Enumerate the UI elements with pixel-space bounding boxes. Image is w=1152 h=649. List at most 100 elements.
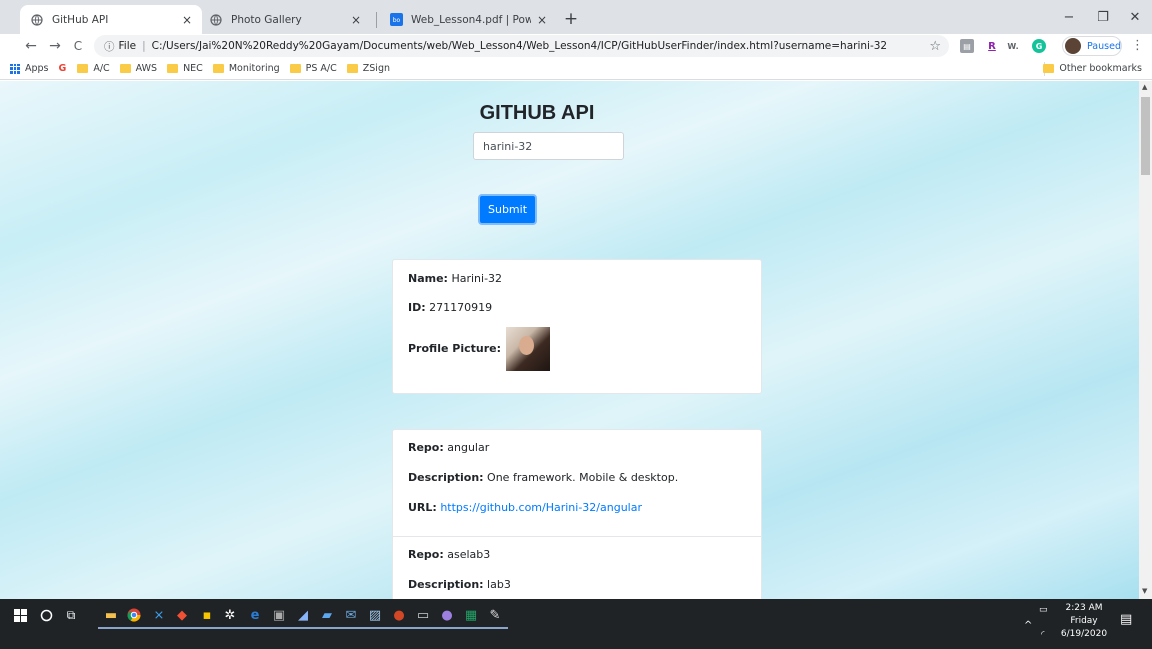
media-player-icon[interactable]: ▣ xyxy=(266,606,292,629)
id-value: 271170919 xyxy=(429,301,493,314)
mail-icon[interactable]: ✉ xyxy=(338,606,364,629)
extension-r-icon[interactable]: R xyxy=(985,39,999,53)
bookmark-ps-ac[interactable]: PS A/C xyxy=(289,63,337,74)
paint-icon[interactable]: ✎ xyxy=(482,606,508,629)
tab-title: GitHub API xyxy=(52,13,109,26)
picture-label: Profile Picture: xyxy=(408,342,501,355)
bookmark-label: ZSign xyxy=(362,63,390,74)
maximize-button[interactable]: ❐ xyxy=(1088,6,1118,28)
task-view-icon[interactable]: ⧉ xyxy=(62,606,80,624)
chrome-icon[interactable] xyxy=(121,606,147,629)
tab-close-icon[interactable]: × xyxy=(537,13,547,27)
tab-title: Web_Lesson4.pdf | Powered by B xyxy=(411,13,531,26)
repos-card: Repo: angular Description: One framework… xyxy=(392,429,762,599)
git-icon[interactable]: ◆ xyxy=(169,606,195,629)
bookmark-zsign[interactable]: ZSign xyxy=(346,63,390,74)
close-window-button[interactable]: ✕ xyxy=(1120,6,1150,28)
windows-start-icon[interactable] xyxy=(11,606,29,624)
tab-photo-gallery[interactable]: Photo Gallery × xyxy=(199,5,371,34)
repo-label: Repo: xyxy=(408,441,444,454)
vscode-icon[interactable]: ⨯ xyxy=(146,606,172,629)
name-label: Name: xyxy=(408,272,448,285)
sticky-notes-icon[interactable]: ▪ xyxy=(194,606,220,629)
url-label: URL: xyxy=(408,501,437,514)
wifi-icon[interactable]: ◜ xyxy=(1041,629,1045,642)
profile-card: Name: Harini-32 ID: 271170919 Profile Pi… xyxy=(392,259,762,394)
tab-title: Photo Gallery xyxy=(231,13,302,26)
bookmark-label: Apps xyxy=(25,63,49,74)
tab-github-api[interactable]: GitHub API × xyxy=(20,5,202,34)
clock[interactable]: 2:23 AM Friday 6/19/2020 xyxy=(1060,602,1108,641)
notifications-icon[interactable]: ▤ xyxy=(1120,613,1132,626)
id-label: ID: xyxy=(408,301,426,314)
image-viewer-icon[interactable]: ▨ xyxy=(362,606,388,629)
scrollbar-thumb[interactable] xyxy=(1141,97,1150,175)
windows-taskbar: ⧉ ▬ ⨯ ◆ ▪ ✲ e ▣ ◢ ▰ ✉ ▨ ● ▭ ● ▦ ✎ ▭ ^ ◜ … xyxy=(0,599,1152,649)
photos-icon[interactable]: ▰ xyxy=(314,606,340,629)
scroll-down-icon[interactable]: ▼ xyxy=(1142,587,1147,595)
folder-icon xyxy=(212,64,224,73)
repo-row: Repo: angular xyxy=(408,441,489,454)
other-bookmarks[interactable]: Other bookmarks xyxy=(1043,63,1142,74)
username-input[interactable] xyxy=(473,132,624,160)
minimize-button[interactable]: − xyxy=(1054,6,1084,28)
grammarly-icon[interactable]: G xyxy=(1032,39,1046,53)
description-value: lab3 xyxy=(487,578,511,591)
description-row: Description: lab3 xyxy=(408,578,511,591)
folder-icon xyxy=(1043,64,1055,73)
address-bar[interactable]: ⓘ File | C:/Users/Jai%20N%20Reddy%20Gaya… xyxy=(94,35,949,57)
description-label: Description: xyxy=(408,471,484,484)
bookmark-apps[interactable]: Apps xyxy=(10,63,49,74)
submit-button[interactable]: Submit xyxy=(478,194,537,225)
id-row: ID: 271170919 xyxy=(408,301,492,314)
new-tab-button[interactable]: + xyxy=(561,9,581,29)
back-button[interactable]: ← xyxy=(21,36,41,56)
reload-button[interactable]: C xyxy=(68,36,88,56)
bookmark-monitoring[interactable]: Monitoring xyxy=(212,63,280,74)
chevron-up-icon[interactable]: ^ xyxy=(1024,619,1032,632)
url-text[interactable]: C:/Users/Jai%20N%20Reddy%20Gayam/Documen… xyxy=(152,40,887,52)
clock-date: 6/19/2020 xyxy=(1060,629,1108,639)
extension-icon[interactable]: ▤ xyxy=(960,39,974,53)
forward-button[interactable]: → xyxy=(45,36,65,56)
tab-web-lesson4-pdf[interactable]: bo Web_Lesson4.pdf | Powered by B × xyxy=(379,5,557,34)
scroll-up-icon[interactable]: ▲ xyxy=(1142,83,1147,91)
powerpoint-icon[interactable]: ● xyxy=(386,606,412,629)
bookmark-label: NEC xyxy=(183,63,203,74)
bookmark-google[interactable]: G xyxy=(59,63,68,74)
file-explorer-icon[interactable]: ▬ xyxy=(98,606,124,629)
settings-icon[interactable]: ✲ xyxy=(217,606,243,629)
browser-toolbar: ← → C ⓘ File | C:/Users/Jai%20N%20Reddy%… xyxy=(0,34,1152,58)
tab-close-icon[interactable]: × xyxy=(182,13,192,27)
page-title: GITHUB API xyxy=(479,102,595,124)
repo-link[interactable]: https://github.com/Harini-32/angular xyxy=(440,501,642,514)
page-scrollbar[interactable]: ▲ ▼ xyxy=(1139,81,1152,599)
terminal-icon[interactable]: ▭ xyxy=(410,606,436,629)
menu-kebab-icon[interactable]: ⋮ xyxy=(1131,38,1144,53)
bookmark-ac[interactable]: A/C xyxy=(77,63,110,74)
battery-icon[interactable]: ▭ xyxy=(1039,604,1048,617)
description-value: One framework. Mobile & desktop. xyxy=(487,471,679,484)
repo-row: Repo: aselab3 xyxy=(408,548,490,561)
tab-close-icon[interactable]: × xyxy=(351,13,361,27)
scheme-label: File xyxy=(118,40,137,52)
bookmark-label: Monitoring xyxy=(228,63,280,74)
globe-icon xyxy=(30,13,44,27)
url-row: URL: https://github.com/Harini-32/angula… xyxy=(408,501,642,514)
github-desktop-icon[interactable]: ● xyxy=(434,606,460,629)
profile-button[interactable]: Paused xyxy=(1062,36,1122,56)
globe-icon xyxy=(209,13,223,27)
search-icon[interactable] xyxy=(37,606,55,624)
bookmark-label: PS A/C xyxy=(305,63,337,74)
app-icon[interactable]: ◢ xyxy=(290,606,316,629)
tab-separator xyxy=(376,12,377,28)
bookmark-nec[interactable]: NEC xyxy=(167,63,203,74)
extension-w-icon[interactable]: W. xyxy=(1006,39,1020,53)
excel-icon[interactable]: ▦ xyxy=(458,606,484,629)
folder-icon xyxy=(289,64,301,73)
repo-label: Repo: xyxy=(408,548,444,561)
info-icon[interactable]: ⓘ xyxy=(104,39,115,54)
edge-icon[interactable]: e xyxy=(242,606,268,629)
bookmark-star-icon[interactable]: ☆ xyxy=(929,39,941,54)
bookmark-aws[interactable]: AWS xyxy=(119,63,157,74)
